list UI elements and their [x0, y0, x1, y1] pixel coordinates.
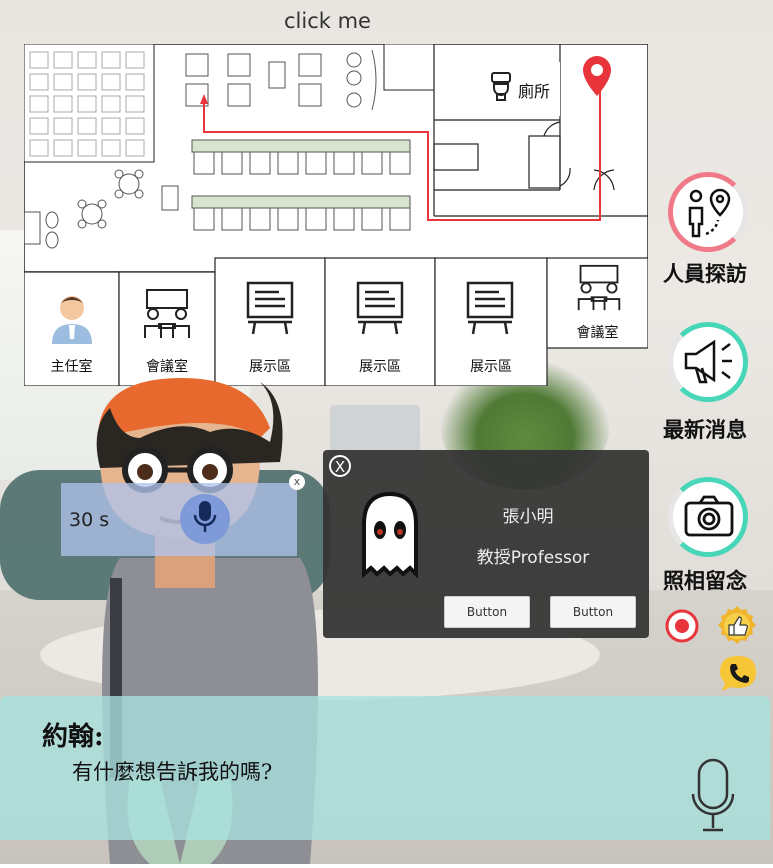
- side-menu-photo[interactable]: 照相留念: [660, 475, 773, 595]
- room-label: 會議室: [146, 359, 188, 375]
- side-menu-visit[interactable]: 人員探訪: [660, 170, 773, 286]
- room-label: 展示區: [249, 359, 291, 375]
- phone-icon[interactable]: [718, 654, 758, 696]
- room-meeting-2[interactable]: 會議室: [547, 258, 648, 348]
- location-pin-icon[interactable]: [581, 54, 613, 104]
- room-label: 展示區: [470, 359, 512, 375]
- ghost-avatar-icon: [358, 490, 422, 582]
- dialog-box: 約翰: 有什麼想告訴我的嗎?: [0, 696, 770, 840]
- toilet-icon: [490, 72, 512, 106]
- room-meeting-1[interactable]: 會議室: [119, 272, 215, 386]
- room-label: 展示區: [359, 359, 401, 375]
- person-location-icon: [684, 186, 736, 242]
- voice-recorder-panel: 30 s: [61, 483, 297, 556]
- camera-icon: [684, 495, 734, 541]
- room-exhibit-3[interactable]: 展示區: [435, 258, 547, 386]
- director-avatar-icon: [51, 292, 93, 348]
- floor-plan-map[interactable]: 廁所 主任室 會議室 展示區 展示區 展示區 會議室: [23, 43, 649, 387]
- exhibit-board-icon: [465, 280, 515, 340]
- record-mic-button[interactable]: [180, 494, 230, 544]
- recorder-close-button[interactable]: x: [289, 474, 305, 490]
- news-label: 最新消息: [663, 418, 747, 442]
- room-label: 會議室: [576, 325, 619, 341]
- profile-title: 教授Professor: [476, 548, 590, 568]
- record-icon[interactable]: [664, 608, 700, 648]
- visit-label: 人員探訪: [663, 262, 747, 286]
- card-button-2[interactable]: Button: [550, 596, 636, 628]
- dialog-message: 有什麼想告訴我的嗎?: [72, 760, 273, 784]
- room-director[interactable]: 主任室: [24, 272, 119, 386]
- restroom-label: 廁所: [518, 82, 551, 101]
- profile-card: X 張小明 教授Professor Button Button: [323, 450, 649, 638]
- click-me-label[interactable]: click me: [284, 9, 371, 33]
- meeting-room-icon: [575, 264, 623, 316]
- microphone-icon: [193, 500, 217, 538]
- recording-time: 30 s: [69, 509, 110, 531]
- thumbs-up-badge-icon[interactable]: [716, 605, 758, 651]
- room-label: 主任室: [50, 359, 93, 375]
- exhibit-board-icon: [355, 280, 405, 340]
- restroom-area[interactable]: 廁所: [490, 72, 560, 106]
- megaphone-icon: [682, 338, 736, 388]
- photo-label: 照相留念: [663, 569, 747, 593]
- room-exhibit-1[interactable]: 展示區: [215, 258, 325, 386]
- meeting-room-icon: [141, 288, 193, 344]
- exhibit-board-icon: [245, 280, 295, 340]
- room-exhibit-2[interactable]: 展示區: [325, 258, 435, 386]
- dialog-microphone-icon[interactable]: [690, 758, 736, 840]
- card-button-1[interactable]: Button: [444, 596, 530, 628]
- dialog-speaker: 約翰:: [42, 722, 104, 752]
- card-close-button[interactable]: X: [329, 455, 351, 477]
- profile-name: 張小明: [502, 507, 554, 527]
- side-menu-news[interactable]: 最新消息: [660, 320, 773, 442]
